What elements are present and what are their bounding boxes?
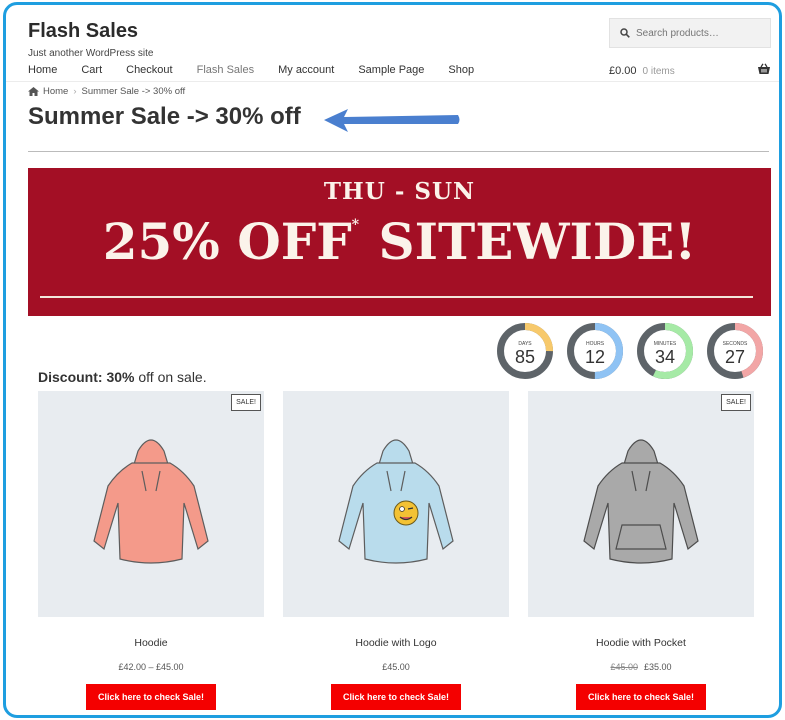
product-name[interactable]: Hoodie (38, 637, 264, 649)
home-icon[interactable] (28, 87, 39, 96)
page-title: Summer Sale -> 30% off (28, 103, 301, 130)
price-current: £42.00 – £45.00 (118, 662, 184, 672)
countdown-value: 27 (724, 347, 746, 367)
banner-headline: 25% OFF* SITEWIDE! (28, 212, 771, 271)
product-image[interactable]: SALE! (38, 391, 264, 617)
emoji-logo-icon (393, 500, 419, 526)
discount-label: Discount: (38, 369, 103, 385)
check-sale-button[interactable]: Click here to check Sale! (331, 684, 461, 710)
banner-asterisk: * (351, 217, 360, 233)
countdown-seconds: SECONDS 27 (706, 322, 764, 380)
site-tagline: Just another WordPress site (28, 48, 154, 59)
product-price: £45.00 £35.00 (528, 662, 754, 672)
countdown-value: 34 (654, 347, 676, 367)
arrow-annotation-icon (324, 109, 460, 132)
nav-checkout[interactable]: Checkout (126, 64, 172, 76)
discount-value: 30% (106, 369, 135, 385)
product-name[interactable]: Hoodie with Pocket (528, 637, 754, 649)
product-card: SALE! Hoodie with Pocket £45.00 £35.00 Cl… (528, 391, 754, 710)
cart-total: £0.00 (609, 65, 637, 77)
countdown-value: 12 (584, 347, 606, 367)
nav-shop[interactable]: Shop (448, 64, 474, 76)
basket-icon[interactable] (757, 63, 771, 75)
main-nav: Home Cart Checkout Flash Sales My accoun… (28, 64, 498, 76)
discount-note: Discount: 30% off on sale. (38, 369, 207, 385)
price-current: £35.00 (644, 662, 672, 672)
countdown-value: 85 (514, 347, 536, 367)
browser-frame: Flash Sales Just another WordPress site … (3, 2, 782, 718)
banner-discount: 25% OFF (102, 212, 352, 271)
sale-banner[interactable]: THU - SUN 25% OFF* SITEWIDE! (28, 168, 771, 316)
hoodie-icon (93, 439, 209, 564)
cart-summary[interactable]: £0.00 0 items (609, 65, 675, 77)
product-image[interactable] (283, 391, 509, 617)
search-input[interactable] (636, 27, 766, 39)
search-box[interactable] (609, 18, 771, 48)
breadcrumb: Home › Summer Sale -> 30% off (28, 86, 185, 97)
product-price: £42.00 – £45.00 (38, 662, 264, 672)
banner-rule (40, 296, 753, 298)
check-sale-button[interactable]: Click here to check Sale! (576, 684, 706, 710)
nav-sample-page[interactable]: Sample Page (358, 64, 424, 76)
nav-my-account[interactable]: My account (278, 64, 334, 76)
price-current: £45.00 (382, 662, 410, 672)
countdown-hours: HOURS 12 (566, 322, 624, 380)
sale-badge: SALE! (721, 394, 751, 411)
breadcrumb-current: Summer Sale -> 30% off (81, 86, 186, 97)
countdown-timer: DAYS 85 HOURS 12 MINUTES 34 SECONDS 27 (496, 322, 776, 380)
search-icon (620, 28, 630, 38)
product-price: £45.00 (283, 662, 509, 672)
hoodie-logo-icon (338, 439, 454, 564)
product-name[interactable]: Hoodie with Logo (283, 637, 509, 649)
nav-flash-sales[interactable]: Flash Sales (197, 64, 254, 76)
product-card: SALE! Hoodie £42.00 – £45.00 Click here … (38, 391, 264, 710)
header-divider (6, 81, 779, 82)
title-divider (28, 151, 769, 152)
banner-sitewide: SITEWIDE! (378, 212, 697, 271)
breadcrumb-home[interactable]: Home (43, 86, 68, 97)
product-image[interactable]: SALE! (528, 391, 754, 617)
cart-count: 0 items (642, 66, 675, 77)
site-title[interactable]: Flash Sales (28, 20, 138, 43)
hoodie-pocket-icon (583, 439, 699, 564)
discount-suffix: off on sale. (138, 369, 207, 385)
nav-home[interactable]: Home (28, 64, 57, 76)
price-old: £45.00 (610, 662, 638, 672)
breadcrumb-separator: › (73, 86, 77, 97)
countdown-minutes: MINUTES 34 (636, 322, 694, 380)
product-card: Hoodie with Logo £45.00 Click here to ch… (283, 391, 509, 710)
banner-days: THU - SUN (323, 178, 476, 205)
countdown-days: DAYS 85 (496, 322, 554, 380)
check-sale-button[interactable]: Click here to check Sale! (86, 684, 216, 710)
sale-badge: SALE! (231, 394, 261, 411)
nav-cart[interactable]: Cart (81, 64, 102, 76)
